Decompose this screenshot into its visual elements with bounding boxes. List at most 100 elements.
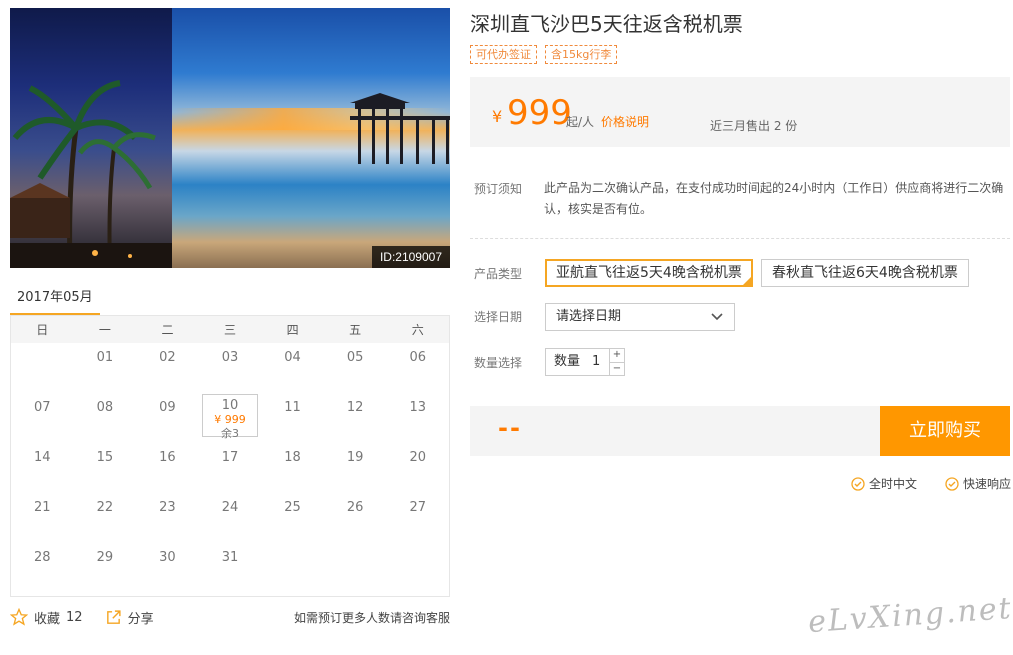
calendar-day[interactable]: 02: [136, 343, 199, 393]
date-label: 选择日期: [474, 310, 523, 324]
price-explanation-link[interactable]: 价格说明: [601, 113, 649, 130]
date-select-value: 请选择日期: [556, 309, 622, 324]
share-button[interactable]: 分享: [105, 608, 154, 627]
calendar-day[interactable]: 09: [136, 393, 199, 443]
check-circle-icon: [851, 476, 865, 491]
calendar-day[interactable]: 29: [74, 543, 137, 593]
image-id-label: ID:2109007: [371, 246, 450, 268]
calendar-day[interactable]: 20: [386, 443, 449, 493]
total-price: --: [498, 414, 522, 442]
product-tags: 可代办签证 含15kg行李: [470, 45, 618, 64]
calendar-day[interactable]: 22: [74, 493, 137, 543]
price-currency: ¥: [492, 107, 503, 126]
weekday-label: 五: [349, 323, 362, 337]
date-select[interactable]: 请选择日期: [545, 303, 735, 331]
quantity-step-buttons: + −: [609, 349, 624, 375]
calendar-day[interactable]: 13: [386, 393, 449, 443]
watermark: eLvXing.net: [807, 590, 1013, 641]
buy-bar: -- 立即购买: [470, 406, 1010, 456]
calendar-day[interactable]: 25: [261, 493, 324, 543]
weekday-label: 六: [411, 323, 424, 337]
share-icon: [106, 609, 121, 624]
selected-check-icon: [741, 276, 752, 286]
price-unit: 起/人: [566, 115, 595, 129]
calendar-day[interactable]: 04: [261, 343, 324, 393]
calendar-day[interactable]: 23: [136, 493, 199, 543]
share-label: 分享: [127, 611, 154, 627]
service-badge-chinese: 全时中文: [851, 475, 917, 492]
calendar-day[interactable]: 28: [11, 543, 74, 593]
calendar-grid: 01 02 03 04 05 06 07 08 09 10 ¥ 999 余3 11 12 13 14 15 16 1…: [11, 343, 449, 593]
weekday-label: 三: [224, 323, 237, 337]
buy-now-button[interactable]: 立即购买: [880, 406, 1010, 456]
product-type-option-label: 春秋直飞往返6天4晚含税机票: [772, 265, 958, 281]
price-box: ¥ 999 起/人 价格说明 近三月售出 2 份: [470, 77, 1010, 147]
calendar-day-available[interactable]: 10 ¥ 999 余3: [201, 394, 259, 440]
calendar-empty-cell: [324, 543, 387, 593]
chevron-down-icon: [711, 313, 723, 321]
product-type-option-1[interactable]: 亚航直飞往返5天4晚含税机票: [545, 259, 753, 287]
calendar-day[interactable]: 19: [324, 443, 387, 493]
favorite-count: 12: [66, 609, 83, 625]
notice-label: 预订须知: [474, 182, 523, 196]
calendar-day[interactable]: 30: [136, 543, 199, 593]
quantity-label: 数量选择: [474, 356, 523, 370]
calendar-day[interactable]: 05: [324, 343, 387, 393]
divider: [470, 238, 1010, 239]
notice-text: 此产品为二次确认产品，在支付成功时间起的24小时内（工作日）供应商将进行二次确认…: [544, 181, 1004, 216]
pier-silhouette: [350, 93, 450, 164]
product-image[interactable]: ID:2109007: [10, 8, 450, 268]
product-title: 深圳直飞沙巴5天往返含税机票: [470, 12, 743, 36]
calendar-day[interactable]: 16: [136, 443, 199, 493]
sold-count: 近三月售出 2 份: [710, 119, 798, 133]
calendar-day[interactable]: 27: [386, 493, 449, 543]
product-type-option-2[interactable]: 春秋直飞往返6天4晚含税机票: [761, 259, 969, 287]
calendar-day[interactable]: 15: [74, 443, 137, 493]
quantity-field-label: 数量: [554, 354, 581, 369]
calendar-day[interactable]: 08: [74, 393, 137, 443]
weekday-label: 四: [286, 323, 299, 337]
quantity-stepper[interactable]: 数量 1 + −: [545, 348, 625, 376]
calendar-empty-cell: [11, 343, 74, 393]
favorite-button[interactable]: 收藏 12: [10, 608, 83, 627]
calendar-day[interactable]: 18: [261, 443, 324, 493]
calendar: 日一二三四五六 01 02 03 04 05 06 07 08 09 10 ¥ 999 余3 11 12 1…: [10, 315, 450, 597]
calendar-day[interactable]: 03: [199, 343, 262, 393]
star-icon: [10, 608, 28, 626]
tag-luggage: 含15kg行李: [545, 45, 618, 64]
social-bar: 收藏 12 分享 如需预订更多人数请咨询客服: [10, 604, 450, 630]
product-type-label: 产品类型: [474, 267, 523, 281]
quantity-decrement-button[interactable]: −: [610, 362, 624, 375]
weekday-label: 一: [98, 323, 111, 337]
quantity-increment-button[interactable]: +: [610, 349, 624, 362]
service-badge-fast: 快速响应: [945, 475, 1011, 492]
palm-tree-icon: [10, 80, 172, 268]
service-label: 全时中文: [869, 477, 918, 491]
consult-link[interactable]: 如需预订更多人数请咨询客服: [294, 609, 450, 626]
calendar-day[interactable]: 14: [11, 443, 74, 493]
calendar-day[interactable]: 01: [74, 343, 137, 393]
calendar-day[interactable]: 17: [199, 443, 262, 493]
quantity-value[interactable]: 1: [592, 349, 600, 375]
tag-visa: 可代办签证: [470, 45, 537, 64]
calendar-day[interactable]: 07: [11, 393, 74, 443]
calendar-empty-cell: [261, 543, 324, 593]
calendar-day-number: 10: [221, 398, 239, 413]
calendar-day-price: ¥ 999: [214, 413, 246, 426]
weekday-label: 日: [36, 323, 49, 337]
calendar-day-remaining: 余3: [220, 427, 239, 440]
calendar-day[interactable]: 24: [199, 493, 262, 543]
calendar-day[interactable]: 12: [324, 393, 387, 443]
service-label: 快速响应: [963, 477, 1012, 491]
calendar-month-tab[interactable]: 2017年05月: [10, 288, 100, 316]
calendar-day[interactable]: 06: [386, 343, 449, 393]
calendar-day[interactable]: 21: [11, 493, 74, 543]
weekday-label: 二: [161, 323, 174, 337]
price-amount: 999: [507, 93, 572, 133]
calendar-day[interactable]: 11: [261, 393, 324, 443]
favorite-label: 收藏: [34, 611, 61, 627]
calendar-empty-cell: [386, 543, 449, 593]
product-type-option-label: 亚航直飞往返5天4晚含税机票: [556, 265, 742, 281]
calendar-day[interactable]: 26: [324, 493, 387, 543]
calendar-day[interactable]: 31: [199, 543, 262, 593]
